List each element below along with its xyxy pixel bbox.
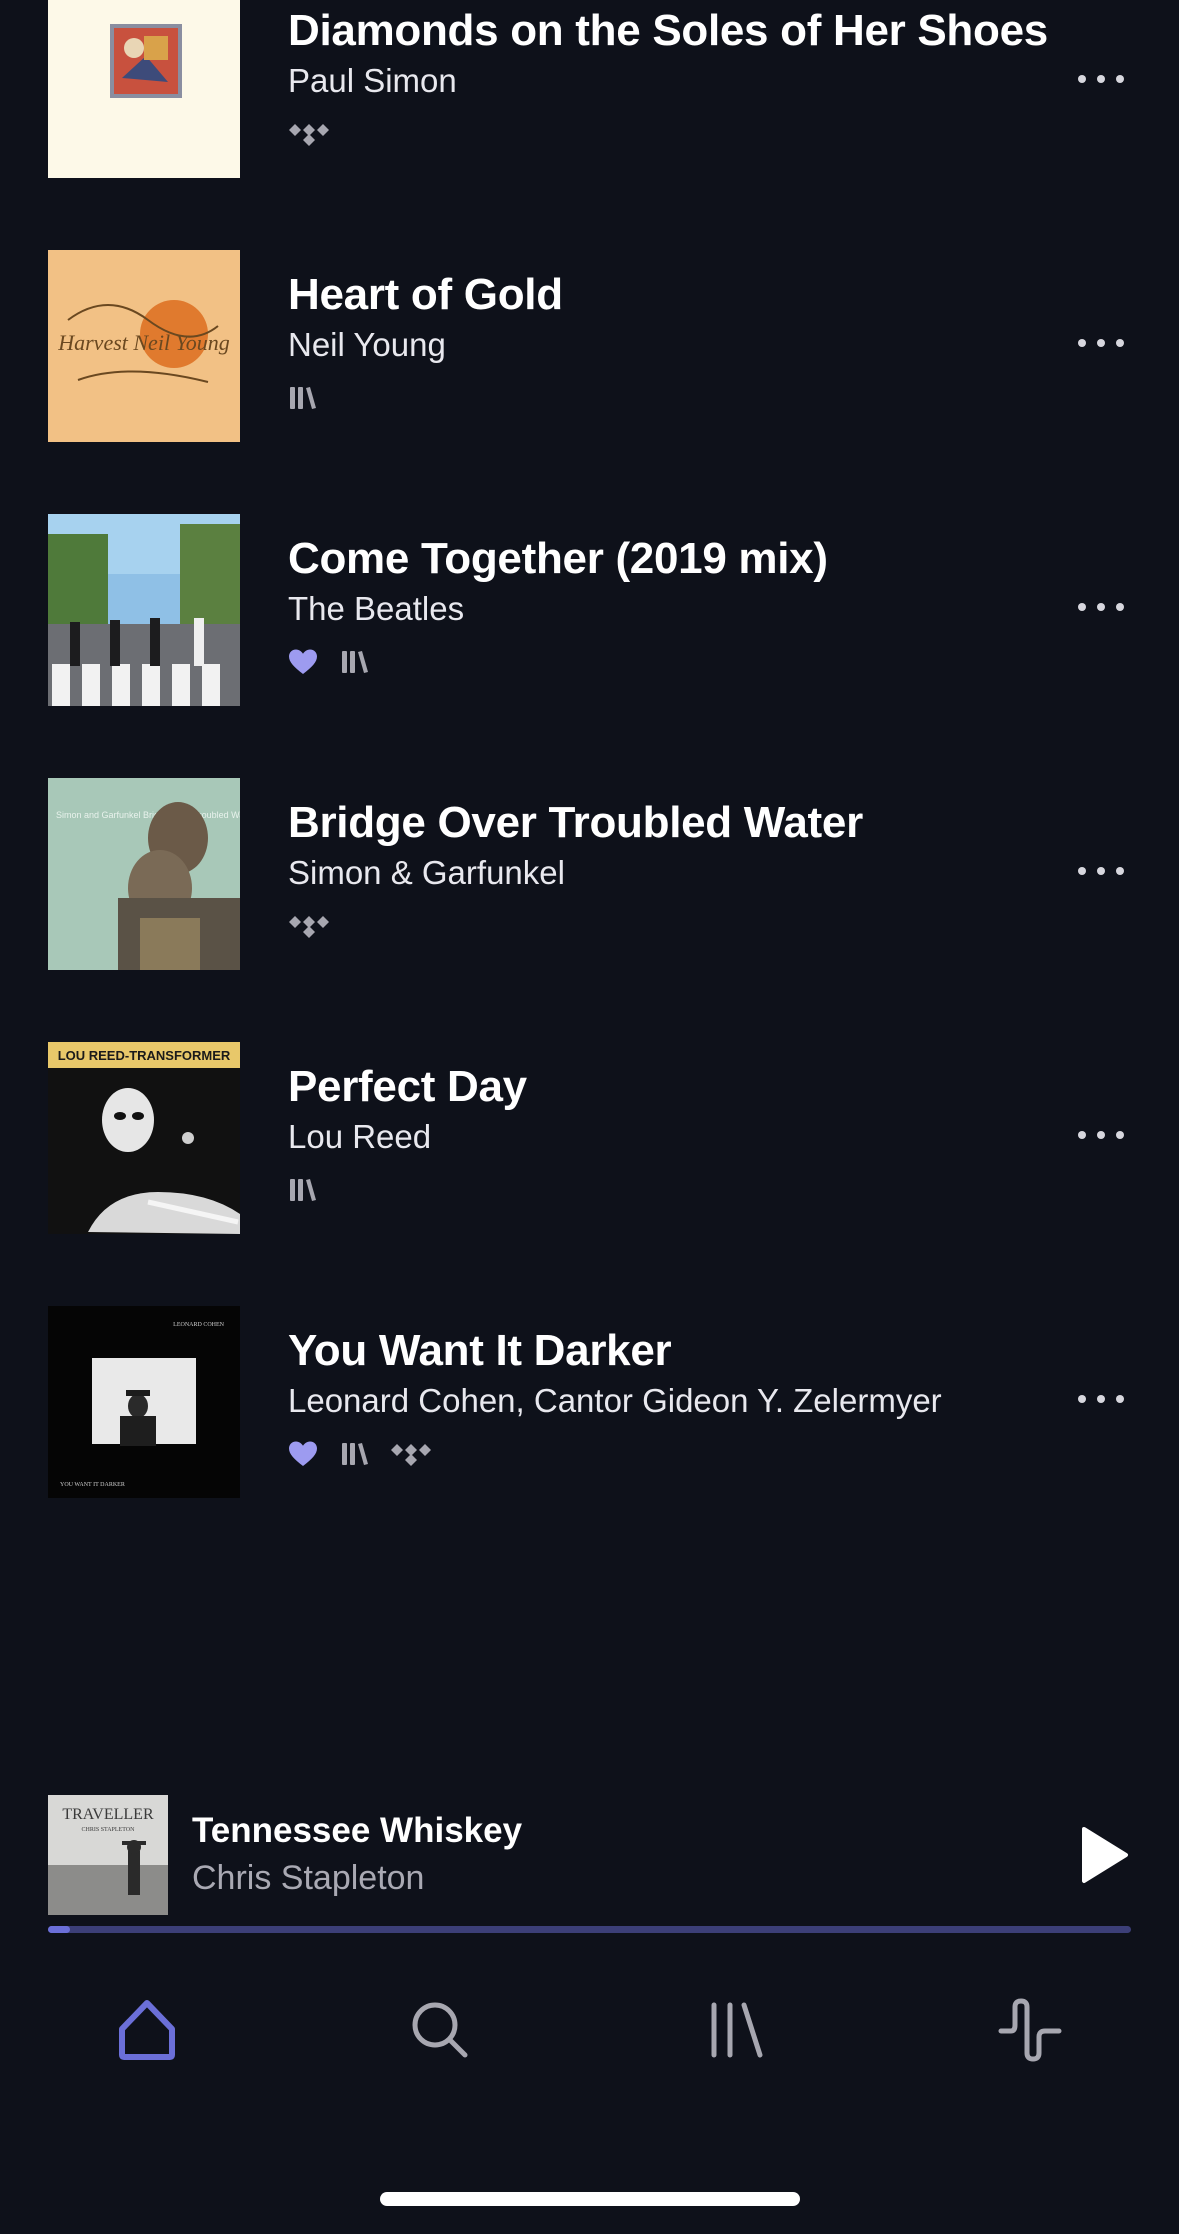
- album-art: Simon and Garfunkel Bridge Over Troubled…: [48, 778, 240, 970]
- playback-progress-fill: [48, 1926, 70, 1933]
- home-indicator[interactable]: [380, 2192, 800, 2206]
- track-title: Come Together (2019 mix): [288, 534, 828, 583]
- now-playing-artist: Chris Stapleton: [192, 1859, 425, 1897]
- more-options-button[interactable]: [1078, 1386, 1124, 1412]
- album-art: LEONARD COHEN YOU WANT IT DARKER: [48, 1306, 240, 1498]
- more-options-button[interactable]: [1078, 594, 1124, 620]
- track-title: Heart of Gold: [288, 270, 563, 319]
- playback-progress-bar[interactable]: [48, 1926, 1131, 1933]
- track-badges: [288, 910, 330, 942]
- track-row[interactable]: Harvest Neil Young Heart of Gold Neil Yo…: [0, 250, 1179, 442]
- more-options-button[interactable]: [1078, 66, 1124, 92]
- track-row[interactable]: Come Together (2019 mix) The Beatles: [0, 514, 1179, 706]
- track-row[interactable]: Simon and Garfunkel Bridge Over Troubled…: [0, 778, 1179, 970]
- track-artist: The Beatles: [288, 590, 465, 627]
- heart-icon: [289, 1441, 317, 1466]
- album-art-text: TRAVELLER: [62, 1806, 154, 1823]
- track-title: Bridge Over Troubled Water: [288, 798, 863, 847]
- now-playing-bar[interactable]: TRAVELLER CHRIS STAPLETON Tennessee Whis…: [0, 1795, 1179, 1935]
- waveform-icon[interactable]: [995, 1995, 1065, 2065]
- album-art-text: LOU REED-TRANSFORMER: [58, 1048, 231, 1063]
- tidal-icon: [289, 916, 329, 938]
- track-badges: [288, 646, 368, 678]
- library-icon: [342, 651, 368, 673]
- track-artist: Neil Young: [288, 326, 446, 363]
- now-playing-art: TRAVELLER CHRIS STAPLETON: [48, 1795, 168, 1915]
- tidal-icon: [391, 1444, 431, 1466]
- album-art-text: LEONARD COHEN: [173, 1322, 224, 1328]
- track-title: Perfect Day: [288, 1062, 527, 1111]
- track-title: Diamonds on the Soles of Her Shoes: [288, 6, 1048, 55]
- heart-icon: [289, 649, 317, 674]
- track-artist: Lou Reed: [288, 1118, 432, 1155]
- more-options-button[interactable]: [1078, 330, 1124, 356]
- track-badges: [288, 118, 330, 150]
- album-art: [48, 0, 240, 178]
- track-artist: Simon & Garfunkel: [288, 854, 565, 891]
- library-icon: [290, 387, 316, 409]
- track-row[interactable]: LOU REED-TRANSFORMER Perfect Day Lou Ree…: [0, 1042, 1179, 1234]
- track-artist: Leonard Cohen, Cantor Gideon Y. Zelermye…: [288, 1382, 942, 1419]
- track-badges: [288, 382, 316, 414]
- album-art: [48, 514, 240, 706]
- album-art-text: Simon and Garfunkel Bridge Over Troubled…: [56, 810, 240, 820]
- track-row[interactable]: LEONARD COHEN YOU WANT IT DARKER You Wan…: [0, 1306, 1179, 1498]
- home-icon[interactable]: [112, 1995, 182, 2065]
- search-icon[interactable]: [405, 1995, 475, 2065]
- track-artist: Paul Simon: [288, 62, 457, 99]
- now-playing-title: Tennessee Whiskey: [192, 1811, 523, 1850]
- track-row[interactable]: Diamonds on the Soles of Her Shoes Paul …: [0, 0, 1179, 178]
- more-options-button[interactable]: [1078, 858, 1124, 884]
- library-icon[interactable]: [700, 1995, 770, 2065]
- album-art: Harvest Neil Young: [48, 250, 240, 442]
- library-icon: [342, 1443, 368, 1465]
- album-art-text: CHRIS STAPLETON: [82, 1827, 136, 1833]
- more-options-button[interactable]: [1078, 1122, 1124, 1148]
- screen: Diamonds on the Soles of Her Shoes Paul …: [0, 0, 1179, 2234]
- album-art: LOU REED-TRANSFORMER: [48, 1042, 240, 1234]
- album-art-text: YOU WANT IT DARKER: [60, 1482, 125, 1488]
- tidal-icon: [289, 124, 329, 146]
- play-button[interactable]: [1080, 1825, 1130, 1885]
- track-title: You Want It Darker: [288, 1326, 672, 1375]
- track-badges: [288, 1438, 432, 1470]
- library-icon: [290, 1179, 316, 1201]
- track-badges: [288, 1174, 316, 1206]
